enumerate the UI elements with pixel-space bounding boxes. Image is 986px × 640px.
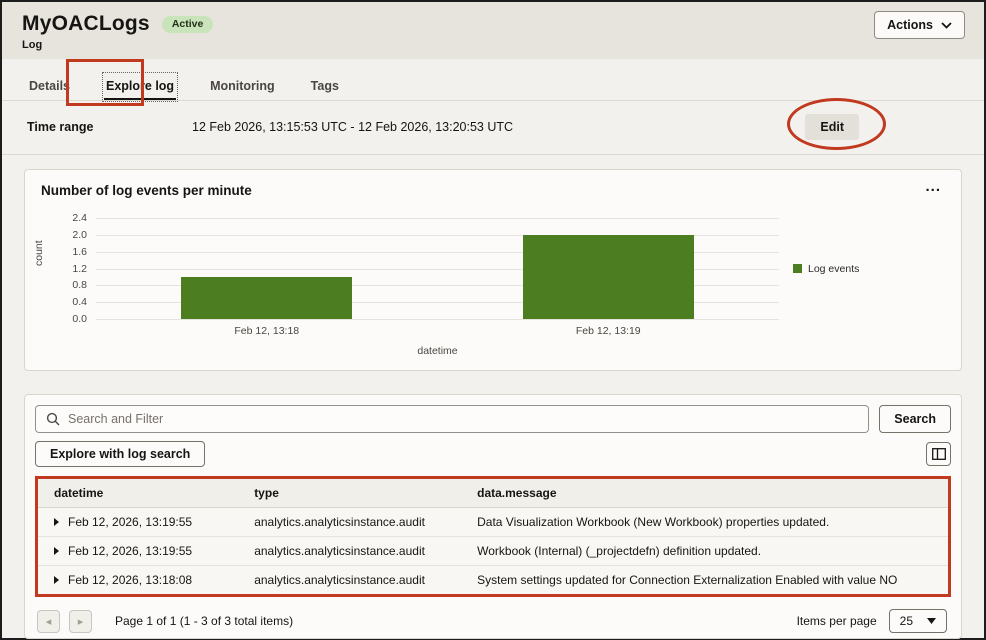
chevron-down-icon (927, 618, 936, 624)
legend-swatch-icon (793, 264, 802, 273)
y-axis-tick-label: 2.0 (41, 229, 87, 241)
chart-title: Number of log events per minute (41, 183, 945, 198)
y-axis-tick-label: 1.2 (41, 263, 87, 275)
search-icon (46, 412, 60, 426)
edit-time-range-button[interactable]: Edit (805, 114, 859, 140)
items-per-page-label: Items per page (797, 614, 877, 628)
bar-Feb 12, 13:18[interactable] (181, 277, 352, 319)
log-events-table: datetime type data.message Feb 12, 2026,… (38, 479, 948, 594)
tab-details[interactable]: Details (27, 74, 72, 100)
next-page-button[interactable]: ▸ (69, 610, 92, 633)
gridline (96, 218, 779, 219)
resource-type-label: Log (22, 39, 964, 51)
bar-chart: 0.0 0.4 0.8 1.2 1.6 2.0 2.4 Feb 12, 13:18 Feb 12… (41, 212, 945, 362)
actions-button[interactable]: Actions (874, 11, 965, 39)
y-axis-tick-label: 0.4 (41, 296, 87, 308)
y-axis-tick-label: 0.8 (41, 279, 87, 291)
chevron-down-icon (941, 22, 952, 29)
log-events-chart-card: Number of log events per minute ... 0.00… (24, 169, 962, 371)
y-axis-title: count (33, 240, 45, 266)
tab-bar: Details Explore log Monitoring Tags (2, 72, 984, 101)
legend-series-label: Log events (808, 263, 859, 275)
column-header-datetime[interactable]: datetime (38, 479, 238, 508)
search-input-wrapper (35, 405, 869, 433)
chart-overflow-menu-icon[interactable]: ... (925, 178, 941, 195)
page-title: MyOACLogs (22, 12, 150, 36)
y-axis-tick-label: 0.0 (41, 313, 87, 325)
expand-caret-icon[interactable] (54, 547, 59, 555)
table-row[interactable]: Feb 12, 2026, 13:19:55 analytics.analyti… (38, 508, 948, 537)
decorative-banner (2, 59, 984, 72)
search-input[interactable] (68, 412, 858, 426)
expand-caret-icon[interactable] (54, 518, 59, 526)
x-axis-tick-label: Feb 12, 13:18 (234, 325, 299, 337)
time-range-value: 12 Feb 2026, 13:15:53 UTC - 12 Feb 2026,… (192, 120, 805, 134)
y-axis-tick-label: 1.6 (41, 246, 87, 258)
x-axis-title: datetime (417, 345, 457, 357)
previous-page-button[interactable]: ◂ (37, 610, 60, 633)
x-axis-tick-label: Feb 12, 13:19 (576, 325, 641, 337)
page-info-text: Page 1 of 1 (1 - 3 of 3 total items) (115, 614, 293, 628)
items-per-page-select[interactable]: 25 (889, 609, 947, 633)
bar-Feb 12, 13:19[interactable] (523, 235, 694, 319)
table-row[interactable]: Feb 12, 2026, 13:19:55 analytics.analyti… (38, 537, 948, 566)
log-search-card: Search Explore with log search datetime … (24, 394, 962, 639)
status-badge: Active (162, 16, 214, 33)
page-header: MyOACLogs Active Log Actions (2, 2, 984, 59)
tab-explore-log[interactable]: Explore log (104, 74, 176, 100)
expand-caret-icon[interactable] (54, 576, 59, 584)
search-button[interactable]: Search (879, 405, 951, 433)
tab-tags[interactable]: Tags (309, 74, 341, 100)
table-row[interactable]: Feb 12, 2026, 13:18:08 analytics.analyti… (38, 566, 948, 595)
column-settings-button[interactable] (926, 442, 951, 466)
pagination-bar: ◂ ▸ Page 1 of 1 (1 - 3 of 3 total items)… (35, 609, 951, 633)
column-header-type[interactable]: type (238, 479, 461, 508)
tab-monitoring[interactable]: Monitoring (208, 74, 277, 100)
column-header-data-message[interactable]: data.message (461, 479, 948, 508)
red-annotation-box-table: datetime type data.message Feb 12, 2026,… (35, 476, 951, 597)
time-range-label: Time range (27, 120, 192, 134)
time-range-row: Time range 12 Feb 2026, 13:15:53 UTC - 1… (2, 101, 984, 155)
gridline (96, 319, 779, 320)
y-axis-tick-label: 2.4 (41, 212, 87, 224)
chart-legend: Log events (793, 263, 859, 275)
explore-with-log-search-button[interactable]: Explore with log search (35, 441, 205, 467)
table-columns-icon (932, 448, 946, 460)
